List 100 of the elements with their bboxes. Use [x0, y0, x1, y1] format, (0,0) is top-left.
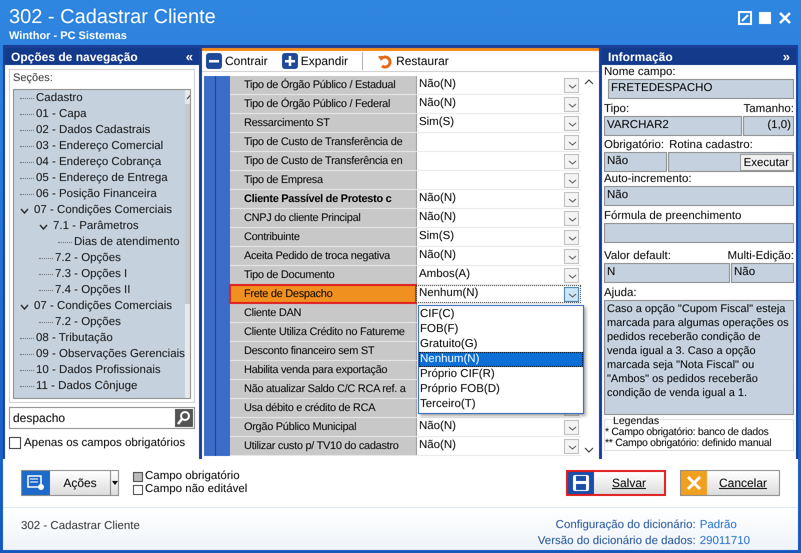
tree-item[interactable]: Cadastro [36, 90, 83, 108]
value-dropdown[interactable]: Não(N) [416, 437, 582, 455]
tree-item[interactable]: 04 - Endereço Cobrança [36, 154, 162, 172]
dropdown-option[interactable]: Próprio FOB(D) [419, 382, 583, 397]
dropdown-option[interactable]: Gratuito(G) [419, 337, 583, 352]
legend-swatch [133, 484, 143, 494]
readonly-field: VARCHAR2 [604, 116, 742, 136]
execute-button[interactable]: Executar [740, 154, 793, 170]
tree-item[interactable]: 02 - Dados Cadastrais [36, 122, 150, 140]
tree-item[interactable]: 10 - Dados Profissionais [36, 362, 161, 380]
checkbox-label: Apenas os campos obrigatórios [24, 436, 186, 450]
chevron-down-icon[interactable] [564, 438, 580, 454]
window-subtitle: Winthor - PC Sistemas [9, 29, 128, 43]
value-dropdown[interactable]: Não(N) [416, 418, 582, 436]
dropdown-option[interactable]: Nenhum(N) [419, 352, 583, 367]
property-label: Tipo de Órgão Público / Estadual [230, 76, 416, 94]
property-label: Tipo de Custo de Transferência de [230, 133, 416, 151]
status-value: Padrão [700, 518, 738, 533]
actions-button[interactable]: Ações [21, 470, 119, 496]
edit-icon[interactable] [738, 11, 752, 25]
property-label: CNPJ do cliente Principal [230, 209, 416, 227]
plus-icon [282, 53, 298, 69]
status-label: Versão do dicionário de dados: [538, 534, 696, 549]
tree-item[interactable]: 06 - Posição Financeira [36, 186, 157, 204]
tree-item[interactable]: 7.3 - Opções I [55, 266, 128, 284]
tree-item[interactable]: 09 - Observações Gerenciais [36, 346, 185, 364]
chevron-down-icon[interactable] [564, 268, 580, 282]
property-label: Tipo de Empresa [230, 171, 416, 189]
value-dropdown[interactable]: Sim(S) [416, 114, 582, 132]
chevron-down-icon[interactable] [564, 154, 580, 168]
tree-item[interactable]: 07 - Condições Comerciais [34, 298, 172, 316]
chevron-down-icon[interactable] [564, 248, 580, 264]
dropdown-option[interactable]: CIF(C) [419, 307, 583, 322]
readonly-field: FRETEDESPACHO [608, 79, 794, 99]
tree-item[interactable]: 07 - Condições Comerciais [34, 202, 172, 220]
value-dropdown[interactable]: Sim(S) [416, 228, 582, 246]
minus-icon [206, 53, 222, 69]
value-dropdown[interactable]: Ambos(A) [416, 266, 582, 284]
tree-item[interactable]: 05 - Endereço de Entrega [36, 170, 168, 188]
value-dropdown[interactable]: Não(N) [416, 95, 582, 113]
tree-item[interactable]: Dias de atendimento [74, 234, 180, 252]
chevron-down-icon[interactable] [564, 134, 580, 150]
dropdown-option[interactable]: Terceiro(T) [419, 397, 583, 412]
expand-button[interactable]: » [782, 50, 790, 63]
undo-icon [377, 53, 394, 69]
save-button[interactable]: Salvar [566, 470, 666, 496]
checkbox[interactable] [9, 437, 21, 450]
tree-item[interactable]: 7.2 - Opções [55, 250, 121, 268]
readonly-field: (1,0) [743, 116, 794, 136]
value-dropdown[interactable]: Não(N) [416, 190, 582, 208]
cancel-button[interactable]: Cancelar [680, 470, 780, 496]
collapse-button[interactable]: « [186, 50, 193, 63]
window-title: 302 - Cadastrar Cliente [9, 5, 216, 29]
chevron-down-icon[interactable] [564, 286, 580, 302]
chevron-icon[interactable] [20, 304, 29, 310]
property-label: Aceita Pedido de troca negativa [230, 247, 416, 265]
tree-item[interactable]: 01 - Capa [36, 106, 87, 124]
tree-item[interactable]: 03 - Endereço Comercial [36, 138, 164, 156]
chevron-icon[interactable] [20, 208, 29, 214]
tree-item[interactable]: 7.1 - Parâmetros [53, 218, 139, 236]
dropdown-option[interactable]: Próprio CIF(R) [419, 367, 583, 382]
chevron-down-icon[interactable] [564, 420, 580, 434]
property-label: Habilita venda para exportação [230, 361, 416, 379]
legend-title: Legendas [612, 416, 660, 427]
tree-item[interactable]: 11 - Dados Cônjuge [36, 378, 138, 396]
property-label: Cliente Utiliza Crédito no Fatureme [230, 323, 416, 341]
legend-text: * Campo obrigatório: banco de dados [605, 427, 770, 438]
field-label: Rotina cadastro: [669, 138, 753, 152]
toolbar-button[interactable]: Restaurar [377, 52, 449, 70]
chevron-icon[interactable] [39, 224, 48, 230]
chevron-down-icon[interactable] [564, 230, 580, 244]
dropdown-option[interactable]: FOB(F) [419, 322, 583, 337]
legend-label: Campo não editável [145, 483, 248, 496]
readonly-field: Não [604, 152, 667, 172]
chevron-down-icon[interactable] [564, 192, 580, 206]
property-label: Usa débito e crédito de RCA [230, 399, 416, 417]
toolbar-button[interactable]: Expandir [282, 52, 348, 70]
value-dropdown[interactable]: Nenhum(N) [416, 285, 582, 303]
readonly-field: Não [604, 186, 794, 206]
chevron-down-icon[interactable] [564, 96, 580, 112]
close-icon[interactable] [778, 11, 792, 25]
section-label: Seções: [13, 71, 54, 86]
value-dropdown[interactable]: Não(N) [416, 76, 582, 94]
chevron-down-icon[interactable] [564, 78, 580, 92]
property-label: Contribuinte [230, 228, 416, 246]
panel-title: Opções de navegação [11, 48, 138, 66]
caret-icon [112, 481, 118, 485]
property-label: Frete de Despacho [230, 285, 416, 303]
chevron-down-icon[interactable] [564, 116, 580, 130]
value-dropdown[interactable]: Não(N) [416, 247, 582, 265]
property-label: Utilizar custo p/ TV10 do cadastro [230, 437, 416, 455]
tree-item[interactable]: 7.2 - Opções [55, 314, 121, 332]
close-icon [686, 475, 702, 491]
value-dropdown[interactable]: Não(N) [416, 209, 582, 227]
toolbar-button[interactable]: Contrair [206, 52, 268, 70]
tree-item[interactable]: 08 - Tributação [36, 330, 113, 348]
chevron-down-icon[interactable] [564, 172, 580, 188]
field-label: Nome campo: [604, 65, 677, 79]
tree-item[interactable]: 7.4 - Opções II [55, 282, 130, 300]
chevron-down-icon[interactable] [564, 210, 580, 226]
